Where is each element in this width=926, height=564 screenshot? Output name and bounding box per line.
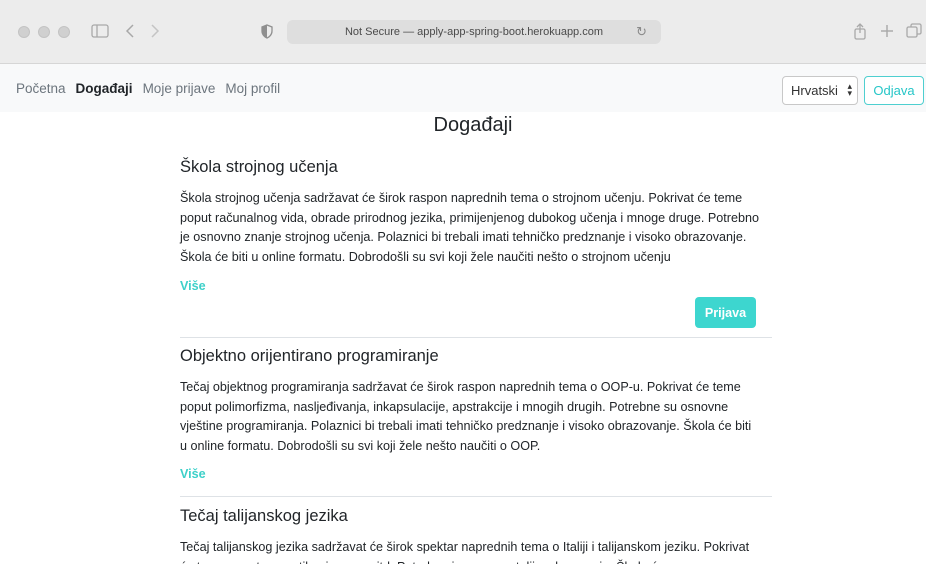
event-description: Škola strojnog učenja sadržavat će širok…: [180, 191, 760, 264]
privacy-shield-icon[interactable]: [256, 20, 278, 42]
event-card: Objektno orijentirano programiranje Teča…: [180, 347, 772, 481]
forward-icon[interactable]: [144, 20, 166, 42]
new-tab-icon[interactable]: [876, 20, 898, 42]
divider: [180, 337, 772, 338]
event-title: Škola strojnog učenja: [180, 158, 338, 176]
logout-button[interactable]: Odjava: [864, 76, 924, 105]
event-more-link[interactable]: Više: [180, 279, 772, 293]
nav-links: Početna Događaji Moje prijave Moj profil: [16, 81, 280, 96]
event-card: Škola strojnog učenja Škola strojnog uče…: [180, 158, 772, 336]
language-select[interactable]: Hrvatski ▴ ▾: [782, 76, 858, 105]
event-title: Objektno orijentirano programiranje: [180, 347, 439, 365]
nav-link-home[interactable]: Početna: [16, 81, 66, 96]
language-select-value: Hrvatski: [791, 83, 838, 98]
select-arrows-icon: ▴ ▾: [847, 81, 852, 98]
event-description: Tečaj objektnog programiranja sadržavat …: [180, 380, 752, 453]
event-title: Tečaj talijanskog jezika: [180, 507, 348, 525]
address-text: Not Secure — apply-app-spring-boot.herok…: [344, 26, 604, 38]
page-title: Događaji: [433, 114, 513, 136]
divider: [180, 496, 772, 497]
reload-icon[interactable]: ↻: [636, 24, 647, 40]
nav-link-my-applications[interactable]: Moje prijave: [143, 81, 216, 96]
address-bar[interactable]: Not Secure — apply-app-spring-boot.herok…: [287, 20, 661, 44]
close-window-button[interactable]: [18, 26, 30, 38]
window-controls: [18, 26, 70, 38]
app-navbar: Početna Događaji Moje prijave Moj profil…: [0, 64, 926, 112]
browser-toolbar: Not Secure — apply-app-spring-boot.herok…: [0, 0, 926, 64]
zoom-window-button[interactable]: [58, 26, 70, 38]
back-icon[interactable]: [119, 20, 141, 42]
event-more-link[interactable]: Više: [180, 467, 772, 481]
event-card: Tečaj talijanskog jezika Tečaj talijansk…: [180, 507, 772, 564]
share-icon[interactable]: [849, 20, 871, 42]
event-description: Tečaj talijanskog jezika sadržavat će ši…: [180, 540, 750, 564]
nav-link-events[interactable]: Događaji: [76, 81, 133, 96]
tab-overview-icon[interactable]: [903, 20, 925, 42]
sidebar-icon[interactable]: [89, 20, 111, 42]
apply-button[interactable]: Prijava: [695, 297, 756, 328]
minimize-window-button[interactable]: [38, 26, 50, 38]
nav-link-my-profile[interactable]: Moj profil: [225, 81, 280, 96]
